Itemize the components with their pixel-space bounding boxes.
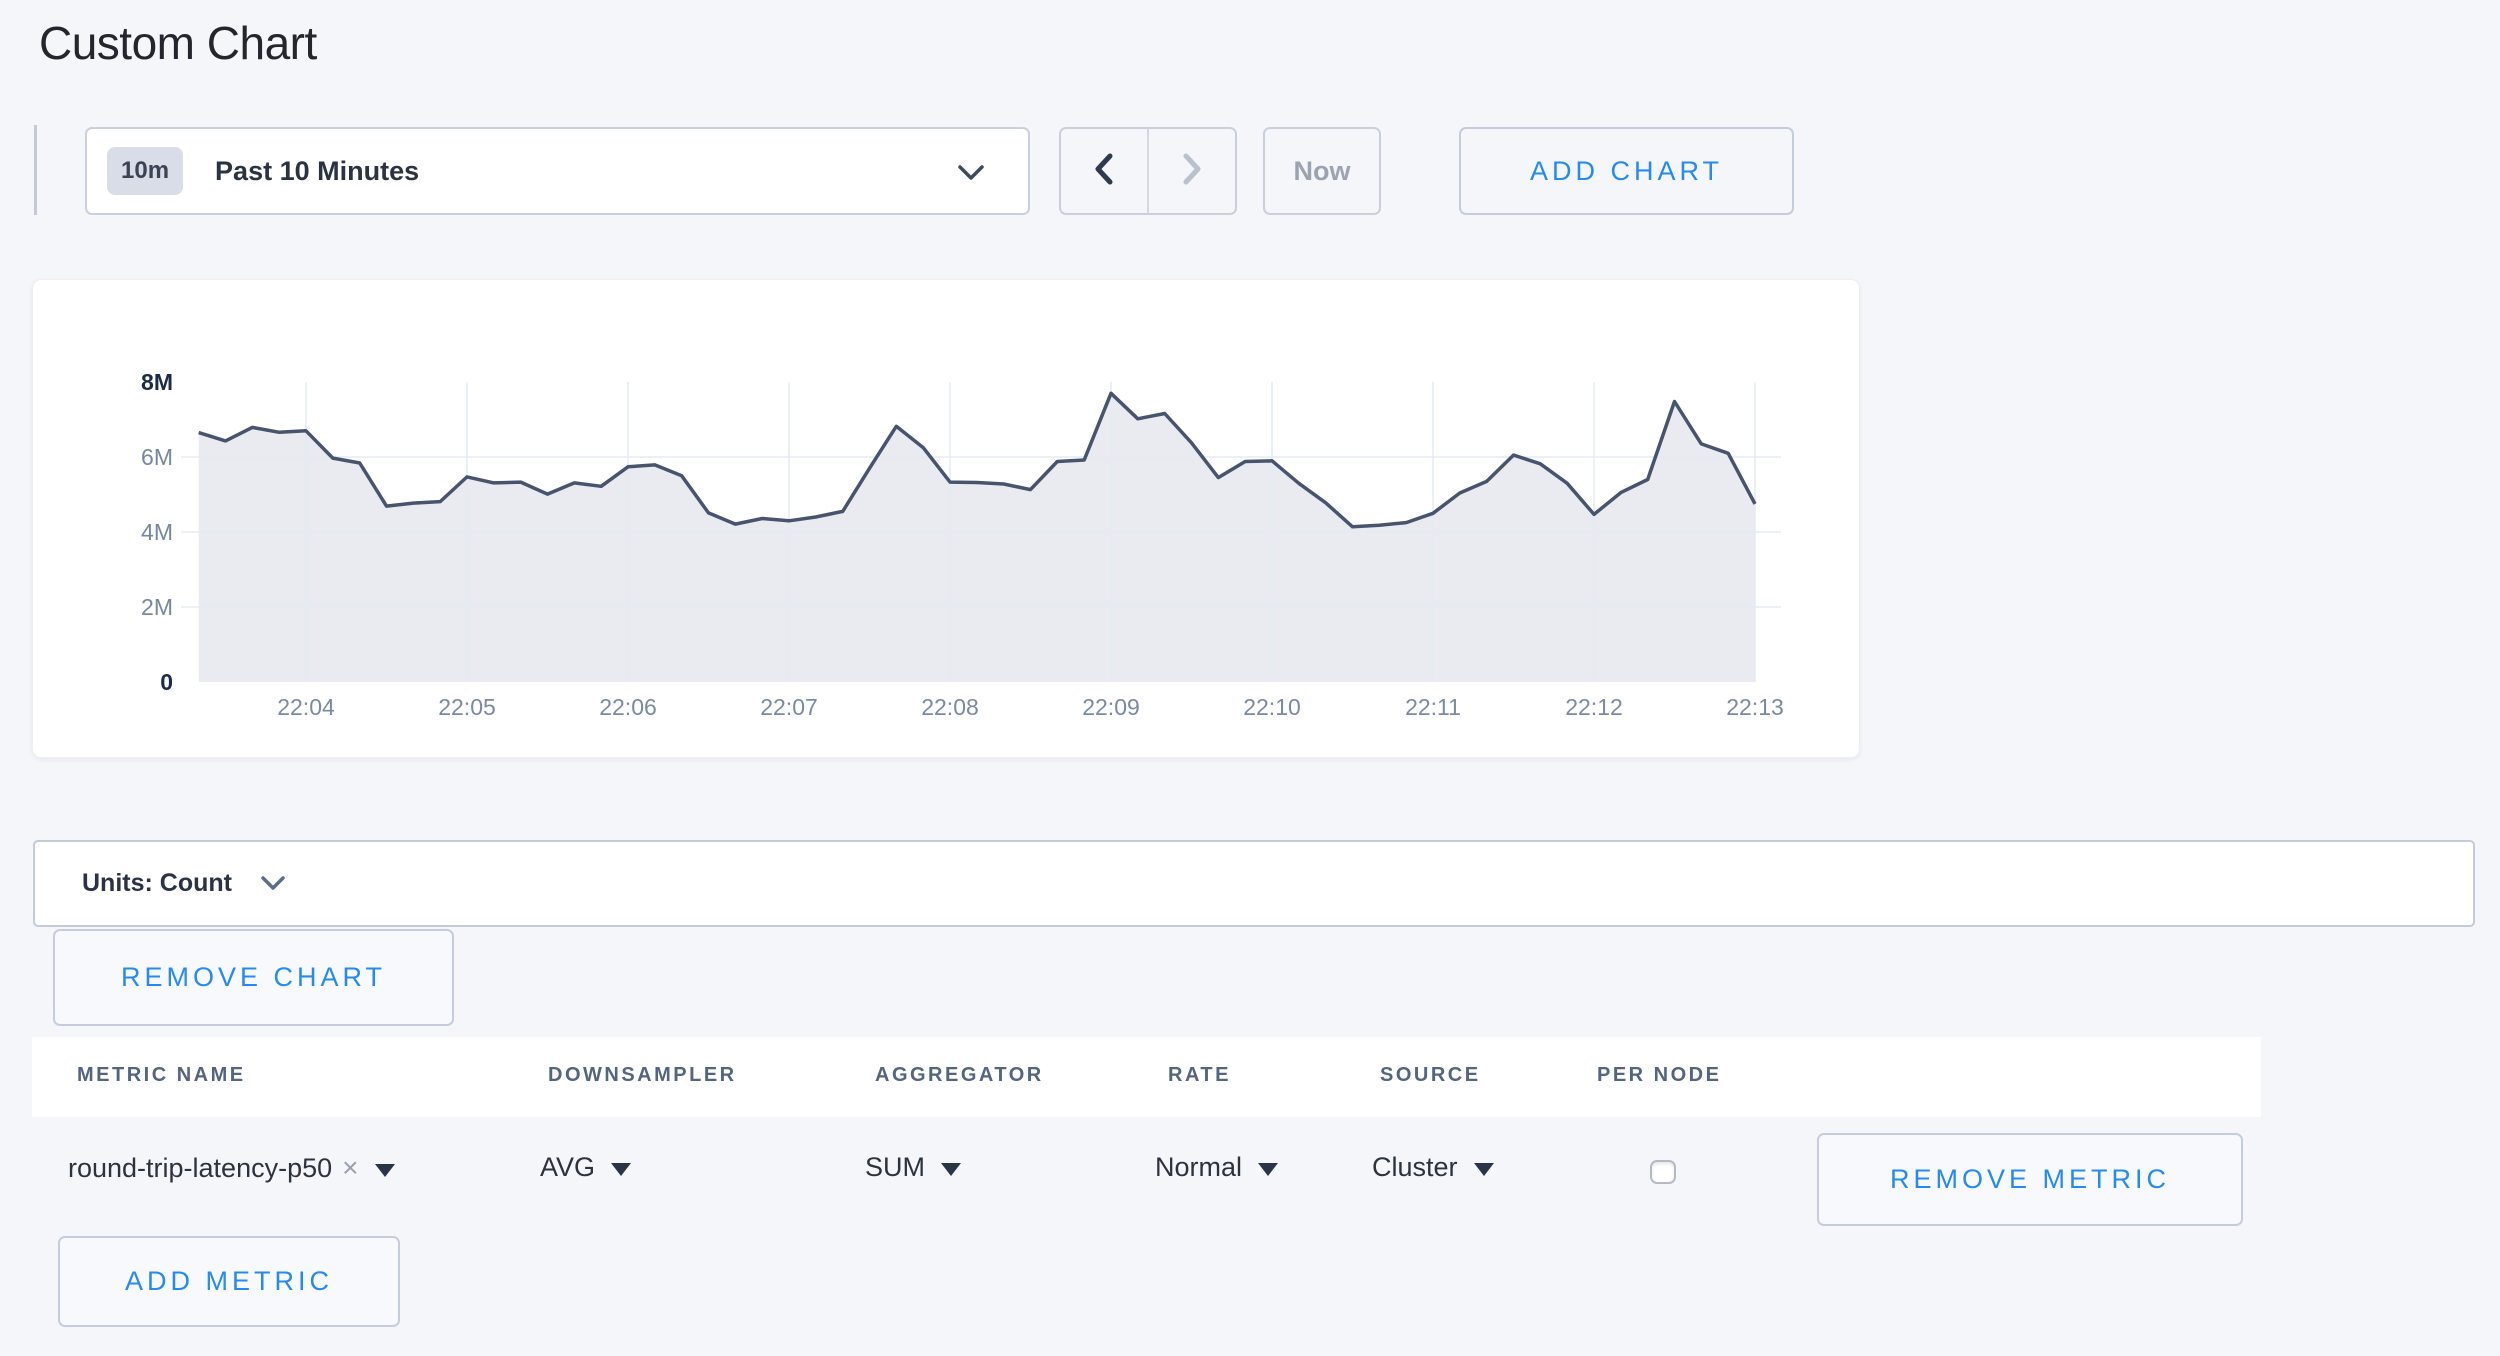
custom-chart-page: Custom Chart 10m Past 10 Minutes Now ADD… xyxy=(0,0,2500,1356)
y-axis-tick-label: 2M xyxy=(53,592,173,622)
now-button[interactable]: Now xyxy=(1263,127,1381,215)
x-axis-tick-label: 22:12 xyxy=(1565,694,1623,721)
dropdown-arrow-icon xyxy=(375,1164,395,1177)
y-axis-tick-label: 6M xyxy=(53,442,173,472)
col-header-source: SOURCE xyxy=(1380,1064,1481,1087)
chart-plot[interactable] xyxy=(196,382,1781,682)
add-metric-button[interactable]: ADD METRIC xyxy=(58,1236,400,1327)
next-time-button[interactable] xyxy=(1147,129,1235,213)
source-value: Cluster xyxy=(1372,1152,1458,1183)
rate-dropdown[interactable]: Normal xyxy=(1155,1152,1278,1183)
x-axis-tick-label: 22:06 xyxy=(599,694,657,721)
now-button-label: Now xyxy=(1294,156,1351,187)
downsampler-dropdown[interactable]: AVG xyxy=(540,1152,631,1183)
x-axis-tick-label: 22:11 xyxy=(1405,694,1461,721)
col-header-rate: RATE xyxy=(1168,1064,1231,1087)
col-header-metric-name: METRIC NAME xyxy=(77,1064,246,1087)
dropdown-arrow-icon xyxy=(611,1163,631,1176)
metric-name-value: round-trip-latency-p50 xyxy=(68,1153,332,1184)
x-axis-tick-label: 22:10 xyxy=(1243,694,1301,721)
x-axis-tick-label: 22:09 xyxy=(1082,694,1140,721)
y-axis-tick-label: 4M xyxy=(53,517,173,547)
chevron-right-icon xyxy=(1180,152,1204,191)
time-range-dropdown[interactable]: 10m Past 10 Minutes xyxy=(85,127,1030,215)
aggregator-dropdown[interactable]: SUM xyxy=(865,1152,961,1183)
rate-value: Normal xyxy=(1155,1152,1242,1183)
y-axis-tick-label: 0 xyxy=(53,667,173,697)
x-axis-tick-label: 22:08 xyxy=(921,694,979,721)
col-header-aggregator: AGGREGATOR xyxy=(875,1064,1044,1087)
downsampler-value: AVG xyxy=(540,1152,595,1183)
time-range-label: Past 10 Minutes xyxy=(215,156,419,187)
chevron-down-icon xyxy=(260,875,286,897)
page-title: Custom Chart xyxy=(39,16,317,70)
col-header-per-node: PER NODE xyxy=(1597,1064,1721,1087)
x-axis-tick-label: 22:13 xyxy=(1726,694,1784,721)
units-dropdown[interactable]: Units: Count xyxy=(33,840,2475,927)
chart-card: 22:04 22:05 22:06 22:07 22:08 22:09 22:10 22:11… xyxy=(32,279,1860,758)
remove-chart-label: REMOVE CHART xyxy=(121,962,386,993)
dropdown-arrow-icon xyxy=(941,1163,961,1176)
toolbar-divider xyxy=(34,125,37,215)
dropdown-arrow-icon xyxy=(1474,1163,1494,1176)
col-header-downsampler: DOWNSAMPLER xyxy=(548,1064,737,1087)
metrics-table-header-band xyxy=(32,1037,2261,1117)
time-nav-group xyxy=(1059,127,1237,215)
remove-tag-icon[interactable]: × xyxy=(342,1152,358,1184)
chevron-down-icon xyxy=(956,163,986,188)
x-axis-tick-label: 22:04 xyxy=(277,694,335,721)
x-axis-tick-label: 22:05 xyxy=(438,694,496,721)
remove-metric-button[interactable]: REMOVE METRIC xyxy=(1817,1133,2243,1226)
remove-metric-label: REMOVE METRIC xyxy=(1890,1164,2170,1195)
add-chart-label: ADD CHART xyxy=(1530,156,1723,187)
per-node-checkbox[interactable] xyxy=(1650,1160,1676,1184)
y-axis-tick-label: 8M xyxy=(53,367,173,397)
metric-name-dropdown[interactable]: round-trip-latency-p50 × xyxy=(68,1152,395,1184)
aggregator-value: SUM xyxy=(865,1152,925,1183)
units-label: Units: Count xyxy=(82,869,232,898)
time-window-badge: 10m xyxy=(107,147,183,195)
source-dropdown[interactable]: Cluster xyxy=(1372,1152,1494,1183)
add-metric-label: ADD METRIC xyxy=(125,1266,333,1297)
dropdown-arrow-icon xyxy=(1258,1163,1278,1176)
prev-time-button[interactable] xyxy=(1061,129,1147,213)
x-axis-tick-label: 22:07 xyxy=(760,694,818,721)
add-chart-button[interactable]: ADD CHART xyxy=(1459,127,1794,215)
remove-chart-button[interactable]: REMOVE CHART xyxy=(53,929,454,1026)
chevron-left-icon xyxy=(1092,152,1116,191)
